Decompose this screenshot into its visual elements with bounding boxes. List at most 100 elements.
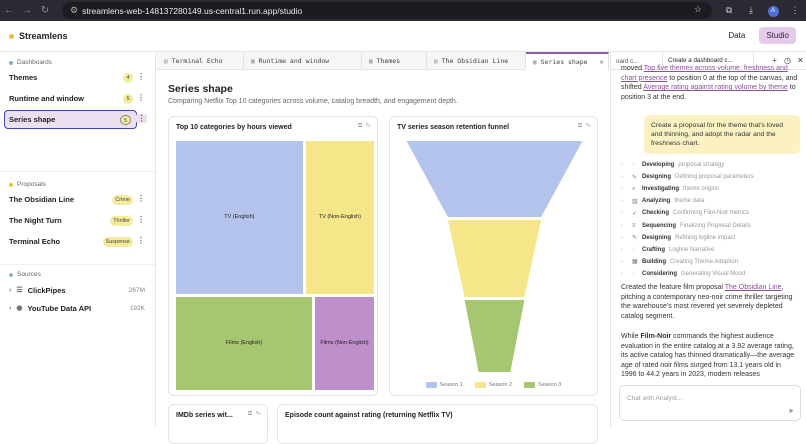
more-icon[interactable]: ⋮ [137,215,145,224]
step-detail: Generating Visual Mood [681,270,746,277]
imdb-card[interactable]: IMDb series wit... ⧉ ✎ [168,404,268,444]
source-youtube-data-api[interactable]: › ◉ YouTube Data API 192K [0,299,155,317]
nav-data-link[interactable]: Data [728,31,745,40]
funnel-chart [406,141,583,372]
agent-step[interactable]: › ✎ Designing Refining logline impact [621,232,801,244]
edit-icon[interactable]: ✎ [586,123,591,129]
section-label: Sources [17,271,41,278]
avatar[interactable]: A [767,5,779,17]
dashboard-canvas: Series shape Comparing Netflix Top 10 ca… [157,71,609,444]
proposal-link[interactable]: The Obsidian Line [725,284,782,291]
sidebar-item-label: The Night Turn [9,216,62,225]
funnel-card[interactable]: TV series season retention funnel ⧉ ✎ Se… [389,116,598,396]
treemap-chart: TV (English) TV (Non-English) Films (Engli… [176,141,374,390]
funnel-stage[interactable] [406,141,583,217]
app-logo[interactable]: Streamlens [19,31,68,41]
bookmark-star-icon[interactable]: ☆ [694,4,702,15]
card-actions: ⧉ ✎ [358,123,371,130]
chevron-right-icon[interactable]: › [621,235,632,241]
agent-step[interactable]: › ✓ Checking Confirming Film-Noir metrics [621,207,801,219]
chart-link[interactable]: Average rating against rating volume by … [643,84,788,91]
treemap-tile[interactable]: TV (Non-English) [305,141,374,294]
sidebar-item-runtime-and-window[interactable]: Runtime and window 5 ⋮ [0,89,155,108]
agent-step[interactable]: › ▥ Analyzing theme data [621,195,801,207]
address-bar[interactable]: ⚙ streamlens-web-148137280149.us-central… [62,2,712,19]
url-text[interactable]: streamlens-web-148137280149.us-central1.… [82,6,302,16]
step-label: Considering [642,270,678,277]
more-icon[interactable]: ⋮ [137,93,145,102]
edit-icon[interactable]: ✎ [366,123,371,129]
more-icon[interactable]: ⋮ [137,236,145,245]
chevron-right-icon[interactable]: › [621,198,632,204]
treemap-tile[interactable]: TV (English) [176,141,303,294]
source-size: 192K [129,304,145,312]
bulb-icon: ◌ [632,246,636,253]
treemap-tile[interactable]: Films (English) [176,296,312,390]
funnel-stage[interactable] [447,220,542,297]
source-clickpipes[interactable]: › ☰ ClickPipes 267M [0,281,155,299]
back-icon[interactable]: ← [0,5,18,16]
tab-terminal-echo[interactable]: ▤ Terminal Echo [157,52,244,70]
chevron-right-icon[interactable]: › [9,305,11,312]
chevron-right-icon[interactable]: › [621,174,632,180]
sidebar-item-the-night-turn[interactable]: The Night Turn Thriller ⋮ [0,211,155,230]
tab-the-obsidian-line[interactable]: ▤ The Obsidian Line [427,52,526,70]
sidebar-item-the-obsidian-line[interactable]: The Obsidian Line Crime ⋮ [0,190,155,209]
more-icon[interactable]: ⋮ [137,194,145,203]
menu-icon[interactable]: ⋮ [784,5,806,16]
send-icon[interactable]: ➤ [788,407,794,415]
download-icon[interactable]: ⤓ [740,5,762,16]
chevron-right-icon[interactable]: › [621,186,632,192]
edit-icon[interactable]: ✎ [256,411,261,417]
agent-step[interactable]: › ◌ Considering Generating Visual Mood [621,268,801,280]
source-size: 267M [128,286,145,294]
site-settings-icon[interactable]: ⚙ [70,5,78,16]
legend-swatch [524,382,536,388]
treemap-tile[interactable]: Films (Non-English) [314,296,374,390]
copy-icon[interactable]: ⧉ [248,411,252,417]
chevron-right-icon[interactable]: › [621,162,632,168]
copy-icon[interactable]: ⧉ [358,123,362,129]
chevron-right-icon[interactable]: › [621,223,632,229]
bulb-icon: ◌ [632,162,636,169]
reload-icon[interactable]: ↻ [36,5,54,16]
nav-studio-button[interactable]: Studio [759,27,796,44]
tab-series-shape[interactable]: ▦ Series shape ✕ [526,52,609,70]
chevron-right-icon[interactable]: › [621,271,632,277]
forward-icon[interactable]: → [18,5,36,16]
copy-icon[interactable]: ⧉ [578,123,582,129]
tab-bar: ▤ Terminal Echo ▦ Runtime and window ▦ Them… [157,52,609,70]
chevron-right-icon[interactable]: › [621,210,632,216]
agent-step[interactable]: › ◌ Crafting Logline Narrative [621,244,801,256]
sidebar-item-themes[interactable]: Themes 4 ⋮ [0,68,155,87]
sidebar-item-series-shape[interactable]: Series shape 5 ⋮ [0,110,155,129]
text: moved [621,65,644,72]
card-actions: ⧉ ✎ [578,123,591,130]
sidebar-item-label: Themes [9,73,38,82]
divider [0,264,155,265]
more-icon[interactable]: ⋮ [137,72,145,81]
more-icon[interactable]: ⋮ [136,114,147,123]
agent-step[interactable]: › ◌ Developing proposal strategy [621,159,801,171]
chat-input[interactable]: Chat with Analyst... ➤ [619,385,801,421]
extensions-icon[interactable]: ⧉ [718,5,740,16]
treemap-card[interactable]: Top 10 categories by hours viewed ⧉ ✎ TV… [168,116,378,396]
sidebar-item-terminal-echo[interactable]: Terminal Echo Suspense ⋮ [0,232,155,251]
proposals-dot-icon [9,182,13,187]
agent-step[interactable]: › ≡ Sequencing Finalizing Proposal Details [621,219,801,231]
tab-themes[interactable]: ▦ Themes [362,52,427,70]
card-title: IMDb series wit... [176,412,233,419]
agent-step[interactable]: › ⌕ Investigating theme origins [621,183,801,195]
agent-step[interactable]: › ▦ Building Creating Theme Adoption [621,256,801,268]
step-label: Crafting [642,246,665,253]
episode-count-card[interactable]: Episode count against rating (returning … [277,404,598,444]
funnel-stage[interactable] [464,300,525,372]
tab-runtime-and-window[interactable]: ▦ Runtime and window [244,52,362,70]
step-detail: Logline Narrative [669,246,715,253]
close-icon[interactable]: ✕ [600,58,604,66]
sources-dot-icon [9,272,13,277]
chevron-right-icon[interactable]: › [621,247,632,253]
agent-step[interactable]: › ✎ Designing Defining proposal parameters [621,171,801,183]
chevron-right-icon[interactable]: › [9,287,11,294]
chevron-right-icon[interactable]: › [621,259,632,265]
